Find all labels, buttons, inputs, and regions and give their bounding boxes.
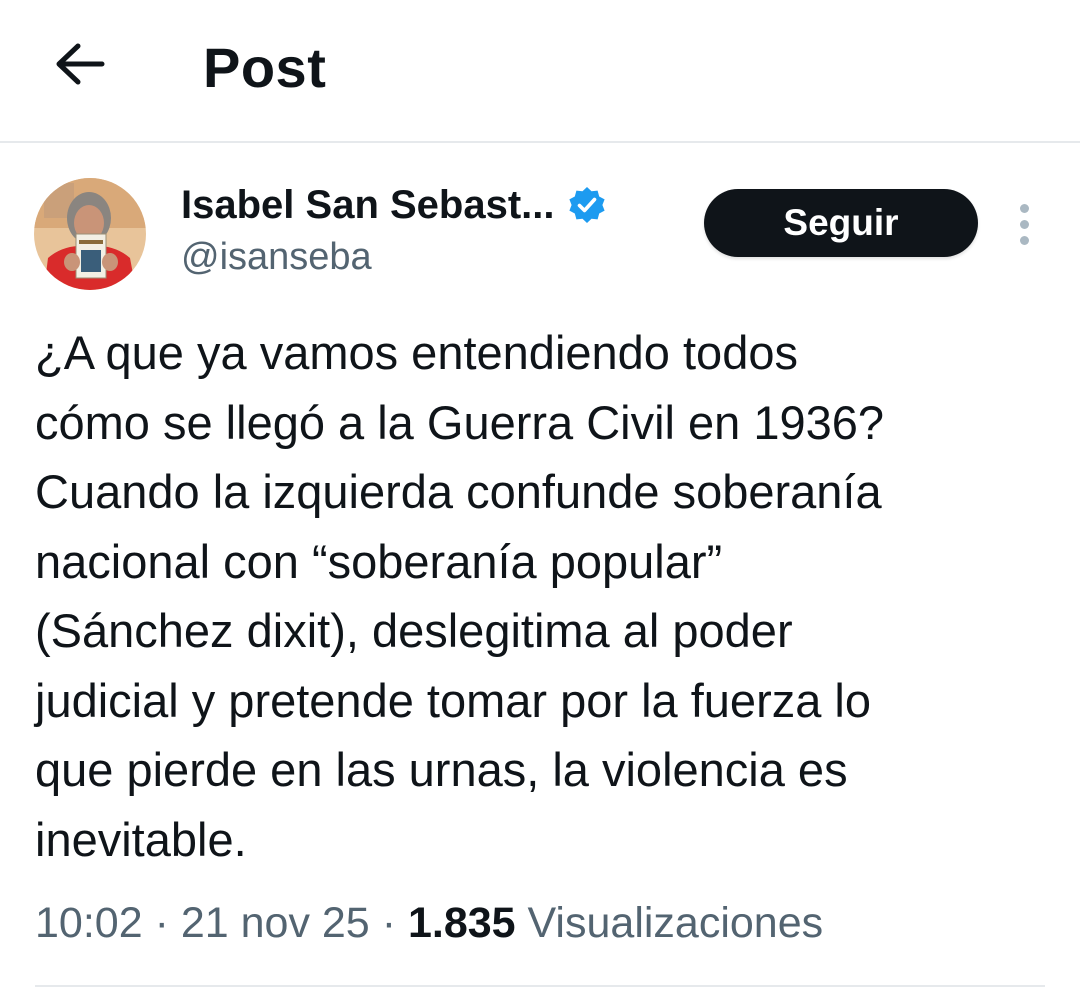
post-date[interactable]: 21 nov 25 bbox=[181, 899, 370, 947]
page-title: Post bbox=[203, 36, 327, 99]
follow-button[interactable]: Seguir bbox=[704, 189, 978, 257]
avatar[interactable] bbox=[34, 178, 146, 290]
meta-separator: · bbox=[381, 899, 397, 947]
views-label: Visualizaciones bbox=[527, 899, 824, 947]
views-count: 1.835 bbox=[407, 899, 516, 947]
author-info: Isabel San Sebast... @isanseba bbox=[181, 180, 681, 280]
author-display-name[interactable]: Isabel San Sebast... bbox=[181, 180, 555, 230]
meta-separator: · bbox=[154, 899, 169, 947]
more-dot bbox=[1019, 235, 1029, 245]
post-meta: 10:02 · 21 nov 25 · 1.835 Visualizacione… bbox=[35, 893, 823, 953]
name-row: Isabel San Sebast... bbox=[181, 180, 681, 230]
more-dot bbox=[1019, 203, 1029, 213]
author-handle[interactable]: @isanseba bbox=[181, 234, 681, 280]
top-bar: Post bbox=[0, 0, 1080, 143]
arrow-left-icon bbox=[54, 42, 106, 91]
more-vertical-icon[interactable] bbox=[1004, 196, 1044, 252]
divider bbox=[35, 985, 1045, 987]
post-time[interactable]: 10:02 bbox=[35, 899, 143, 947]
more-dot bbox=[1019, 219, 1029, 229]
post-text: ¿A que ya vamos entendiendo todos cómo s… bbox=[35, 326, 885, 866]
verified-badge-icon[interactable] bbox=[567, 185, 607, 225]
back-button[interactable] bbox=[40, 30, 120, 102]
